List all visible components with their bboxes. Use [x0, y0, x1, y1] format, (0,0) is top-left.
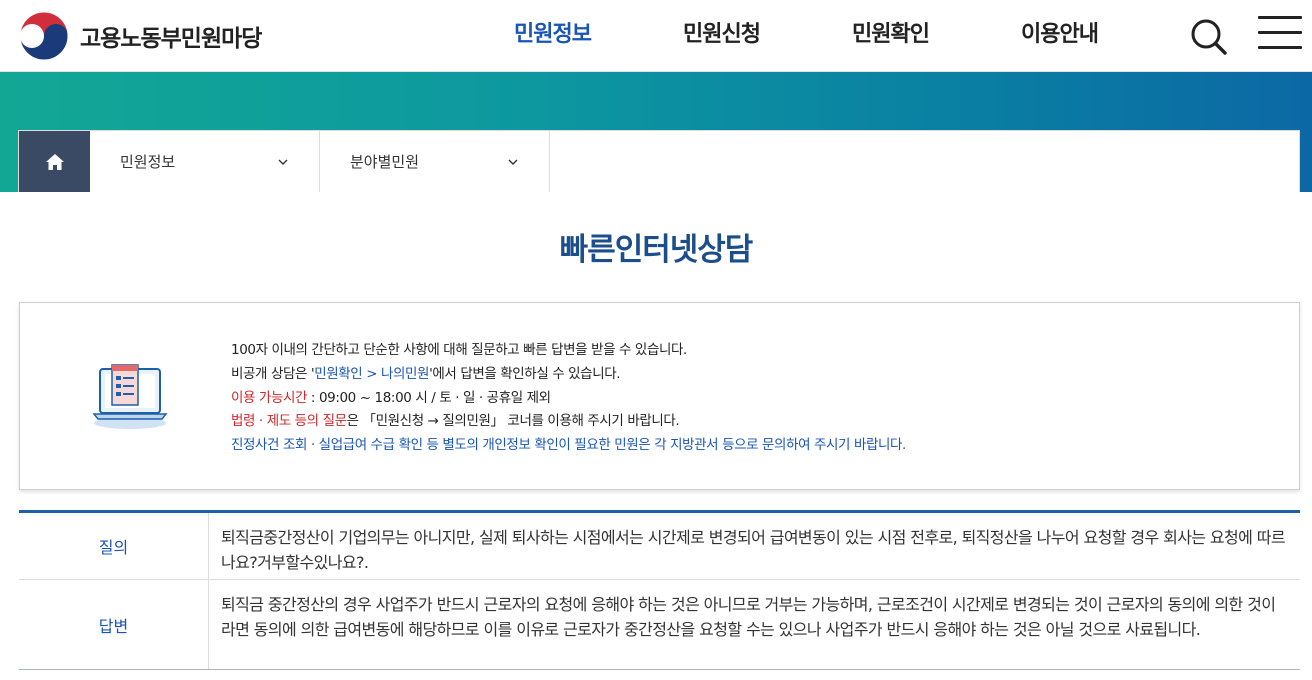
info-line-3: 이용 가능시간 : 09:00 ~ 18:00 시 / 토 · 일 · 공휴일 … [231, 389, 551, 406]
breadcrumb-home-button[interactable] [19, 131, 90, 192]
laptop-document-icon [92, 364, 168, 429]
nav-item-complaint-info[interactable]: 민원정보 [514, 16, 592, 48]
logo-text: 고용노동부민원마당 [80, 26, 262, 52]
qa-question-row: 질의 퇴직금중간정산이 기업의무는 아니지만, 실제 퇴사하는 시점에서는 시간… [19, 513, 1300, 580]
law-question-label: 법령 · 제도 등의 질문 [231, 413, 347, 430]
info-notice-box: 100자 이내의 간단하고 단순한 사항에 대해 질문하고 빠른 답변을 받을 … [19, 302, 1300, 490]
info-line-5: 진정사건 조회 · 실업급여 수급 확인 등 별도의 개인정보 확인이 필요한 … [231, 437, 906, 454]
hours-label: 이용 가능시간 [231, 389, 308, 406]
government-emblem-icon [19, 11, 69, 61]
breadcrumb-level1-label: 민원정보 [120, 153, 176, 171]
nav-item-complaint-apply[interactable]: 민원신청 [683, 16, 761, 48]
answer-label: 답변 [19, 580, 209, 669]
info-line-1: 100자 이내의 간단하고 단순한 사항에 대해 질문하고 빠른 답변을 받을 … [231, 342, 687, 358]
question-label: 질의 [19, 513, 209, 579]
breadcrumb-select-level1[interactable]: 민원정보 [90, 131, 320, 192]
breadcrumb: 민원정보 분야별민원 [18, 130, 1300, 192]
my-complaint-link[interactable]: 민원확인 > 나의민원 [314, 366, 429, 382]
hamburger-menu-icon[interactable] [1258, 16, 1302, 50]
qa-answer-row: 답변 퇴직금 중간정산의 경우 사업주가 반드시 근로자의 요청에 응해야 하는… [19, 580, 1300, 669]
breadcrumb-select-level2[interactable]: 분야별민원 [320, 131, 550, 192]
home-icon [45, 153, 64, 170]
question-text: 퇴직금중간정산이 기업의무는 아니지만, 실제 퇴사하는 시점에서는 시간제로 … [221, 528, 1286, 572]
search-icon[interactable] [1188, 16, 1228, 56]
info-line-4: 법령 · 제도 등의 질문은 「민원신청 → 질의민원」 코너를 이용해 주시기… [231, 413, 680, 430]
answer-text: 퇴직금 중간정산의 경우 사업주가 반드시 근로자의 요청에 응해야 하는 것은… [221, 595, 1276, 639]
chevron-down-icon [278, 159, 288, 165]
nav-item-complaint-check[interactable]: 민원확인 [852, 16, 930, 48]
qa-table: 질의 퇴직금중간정산이 기업의무는 아니지만, 실제 퇴사하는 시점에서는 시간… [19, 510, 1300, 670]
page-title: 빠른인터넷상담 [559, 232, 754, 268]
site-logo[interactable]: 고용노동부민원마당 [18, 10, 262, 62]
site-header: 고용노동부민원마당 민원정보 민원신청 민원확인 이용안내 [0, 0, 1312, 72]
chevron-down-icon [508, 159, 518, 165]
info-text: 100자 이내의 간단하고 단순한 사항에 대해 질문하고 빠른 답변을 받을 … [231, 339, 906, 458]
breadcrumb-level2-label: 분야별민원 [350, 153, 420, 171]
nav-item-usage-guide[interactable]: 이용안내 [1021, 16, 1099, 48]
info-line-2: 비공개 상담은 '민원확인 > 나의민원'에서 답변을 확인하실 수 있습니다. [231, 365, 621, 382]
